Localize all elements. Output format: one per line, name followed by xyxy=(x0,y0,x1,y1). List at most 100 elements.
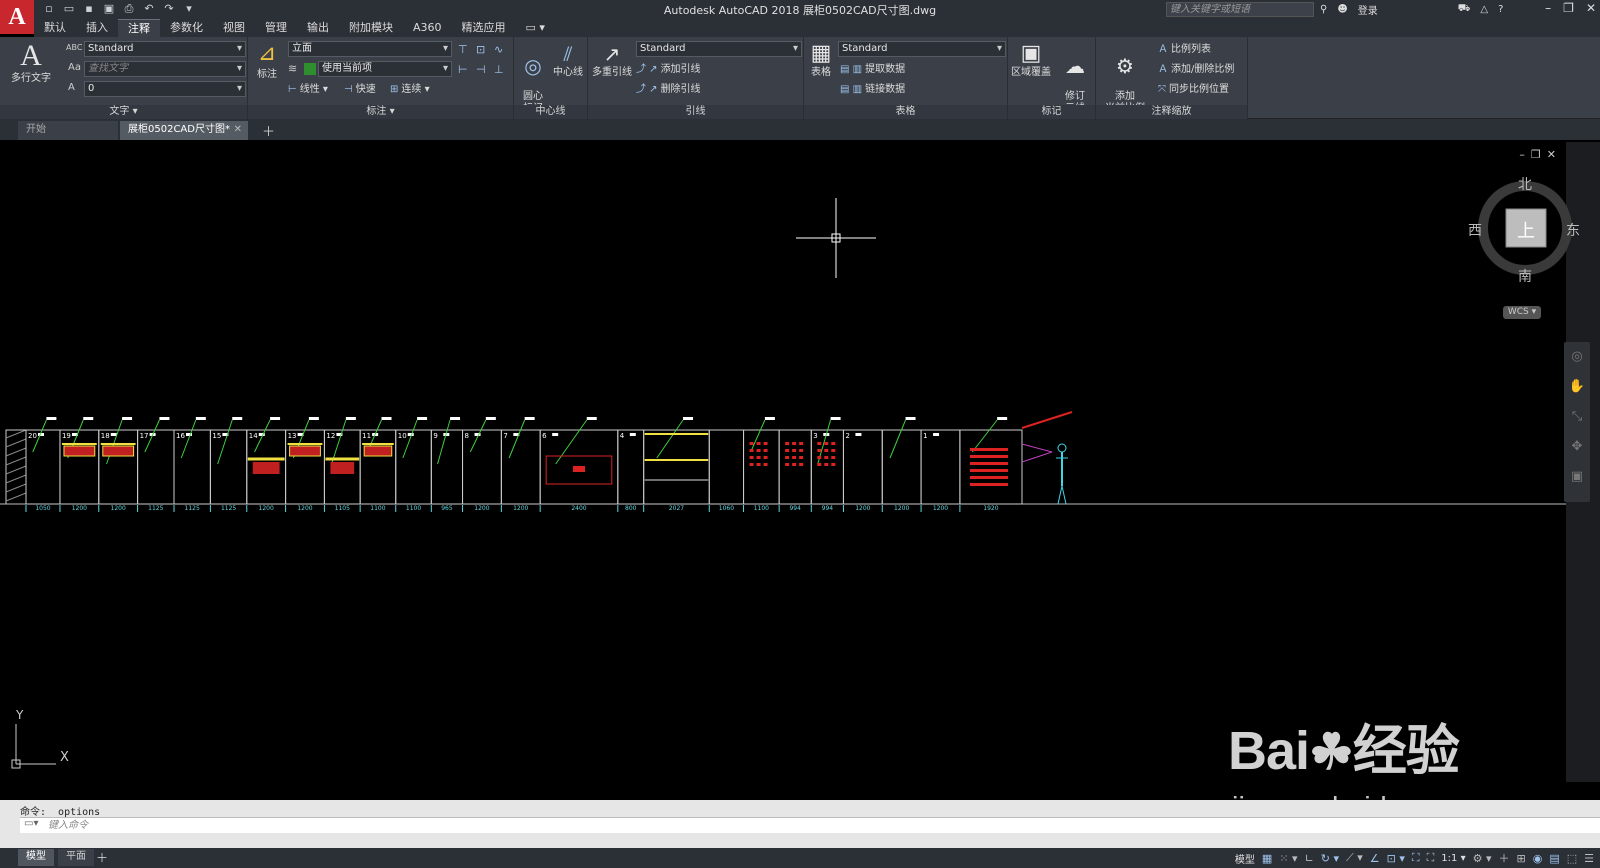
use-current-dropdown[interactable]: 使用当前项 xyxy=(318,61,452,77)
tab-parametric[interactable]: 参数化 xyxy=(160,19,213,37)
centerline-button[interactable]: ⫽ 中心线 xyxy=(550,43,586,79)
annotation-scale-button[interactable]: 1:1 ▾ xyxy=(1441,853,1465,864)
units-icon[interactable]: ⊞ xyxy=(1516,852,1525,865)
tab-annotate[interactable]: 注释 xyxy=(118,19,160,37)
isodraft-icon[interactable]: ⟋ ▾ xyxy=(1346,851,1363,865)
compass-north[interactable]: 北 xyxy=(1518,174,1532,194)
linear-button[interactable]: ⊢ 线性 ▾ xyxy=(288,83,328,97)
steering-wheel-icon[interactable]: ◎ xyxy=(1564,342,1590,372)
dim-tool-icon-4[interactable]: ⊢ xyxy=(458,63,468,76)
layout-tab-plan[interactable]: 平面 xyxy=(58,849,94,866)
compass-west[interactable]: 西 xyxy=(1468,220,1482,240)
open-icon[interactable]: ▭ xyxy=(62,2,76,16)
add-layout-icon[interactable]: ＋ xyxy=(96,849,108,866)
tab-featured-apps[interactable]: 精选应用 xyxy=(452,19,516,37)
multiline-text-button[interactable]: A 多行文字 xyxy=(8,41,54,85)
multileader-button[interactable]: ↗ 多重引线 xyxy=(590,43,634,79)
close-tab-icon[interactable]: ✕ xyxy=(234,121,242,139)
dim-tool-icon-5[interactable]: ⊣ xyxy=(476,63,486,76)
pan-icon[interactable]: ✋ xyxy=(1564,372,1590,402)
save-icon[interactable]: ▪ xyxy=(82,2,96,16)
auto-scale-icon[interactable]: ⛶ xyxy=(1427,851,1435,865)
add-delete-scale-button[interactable]: Ａ 添加/删除比例 xyxy=(1158,63,1234,77)
tab-addins[interactable]: 附加模块 xyxy=(339,19,403,37)
viewcube-top-face[interactable]: 上 xyxy=(1517,217,1535,243)
text-height-dropdown[interactable]: 0 xyxy=(84,81,246,97)
a360-icon[interactable]: △ xyxy=(1480,4,1488,15)
customize-icon[interactable]: ☰ xyxy=(1584,852,1594,865)
cart-icon[interactable]: ⛟ xyxy=(1458,3,1471,16)
minimize-icon[interactable]: – xyxy=(1545,1,1551,15)
add-leader-button[interactable]: ⤴ ↗ 添加引线 xyxy=(636,63,701,77)
add-tab-icon[interactable]: ＋ xyxy=(262,121,275,140)
find-text-input[interactable]: 查找文字 xyxy=(84,61,246,77)
text-panel-title[interactable]: 文字 ▾ xyxy=(0,105,247,119)
restore-icon[interactable]: ❐ xyxy=(1563,1,1574,15)
leader-style-dropdown[interactable]: Standard xyxy=(636,41,802,57)
polar-icon[interactable]: ↻ ▾ xyxy=(1321,852,1339,865)
drawing-svg[interactable]: 2010501912001812001711251611251511251412… xyxy=(0,142,1566,782)
compass-east[interactable]: 东 xyxy=(1566,220,1580,240)
command-prompt-icon[interactable]: ▭▾ xyxy=(24,818,38,829)
dim-tool-icon-2[interactable]: ⊡ xyxy=(476,43,485,56)
snap-icon[interactable]: ⁙ ▾ xyxy=(1279,852,1297,865)
quick-dim-button[interactable]: ⊣ 快速 xyxy=(344,83,376,97)
user-icon[interactable]: ☻ xyxy=(1337,4,1347,15)
table-button[interactable]: ▦ 表格 xyxy=(806,43,836,79)
login-button[interactable]: 登录 xyxy=(1358,2,1378,17)
drawing-canvas[interactable]: 20 1050 19 1200 18 1200 17 1125 16 1125 15 1125 14 12… xyxy=(0,142,1566,782)
scale-list-button[interactable]: Ａ 比例列表 xyxy=(1158,43,1211,57)
command-input[interactable]: 键入命令 xyxy=(20,817,1600,833)
object-snap-tracking-icon[interactable]: ∠ xyxy=(1370,852,1380,865)
dim-tool-icon-3[interactable]: ∿ xyxy=(494,43,503,56)
zoom-icon[interactable]: ⤡ xyxy=(1564,402,1590,432)
extract-data-button[interactable]: ▤ ▥ 提取数据 xyxy=(840,63,905,77)
tab-a360[interactable]: A360 xyxy=(403,19,452,37)
undo-icon[interactable]: ↶ xyxy=(142,2,156,16)
leader-panel-title[interactable]: 引线 xyxy=(588,105,803,119)
doc-tab-drawing[interactable]: 展柜0502CAD尺寸图* ✕ xyxy=(120,121,248,140)
tab-insert[interactable]: 插入 xyxy=(76,19,118,37)
close-icon[interactable]: ✕ xyxy=(1586,1,1596,15)
viewport-restore-icon[interactable]: ❐ xyxy=(1531,148,1541,161)
orbit-icon[interactable]: ✥ xyxy=(1564,432,1590,462)
search-input[interactable]: 键入关键字或短语 xyxy=(1166,2,1314,17)
viewport-minimize-icon[interactable]: – xyxy=(1519,148,1525,161)
table-style-dropdown[interactable]: Standard xyxy=(838,41,1006,57)
annotation-monitor-icon[interactable]: ＋ xyxy=(1498,850,1509,866)
dim-layer-dropdown[interactable]: 立面 xyxy=(288,41,452,57)
clean-screen-icon[interactable]: ⬚ xyxy=(1567,852,1577,865)
viewport-close-icon[interactable]: ✕ xyxy=(1547,148,1556,161)
print-icon[interactable]: ⎙ xyxy=(122,2,136,16)
link-data-button[interactable]: ▤ ▥ 链接数据 xyxy=(840,83,905,97)
isolate-icon[interactable]: ◉ xyxy=(1533,852,1543,865)
annotation-visibility-icon[interactable]: ⛶ xyxy=(1412,851,1420,865)
doc-tab-start[interactable]: 开始 xyxy=(18,121,118,140)
text-style-dropdown[interactable]: Standard xyxy=(84,41,246,57)
dim-tool-icon-6[interactable]: ⊥ xyxy=(494,63,504,76)
dropdown-icon[interactable]: ▾ xyxy=(182,2,196,16)
new-icon[interactable]: ▫ xyxy=(42,2,56,16)
ortho-icon[interactable]: ∟ xyxy=(1305,852,1314,865)
tab-view[interactable]: 视图 xyxy=(213,19,255,37)
redo-icon[interactable]: ↷ xyxy=(162,2,176,16)
showmotion-icon[interactable]: ▣ xyxy=(1564,462,1590,492)
dimension-button[interactable]: ⊿ 标注 xyxy=(252,41,282,81)
continue-dim-button[interactable]: ⊞ 连续 ▾ xyxy=(390,83,430,97)
dimension-panel-title[interactable]: 标注 ▾ xyxy=(248,105,513,119)
compass-south[interactable]: 南 xyxy=(1518,266,1532,286)
tab-manage[interactable]: 管理 xyxy=(255,19,297,37)
wipeout-button[interactable]: ▣ 区域覆盖 xyxy=(1010,43,1052,79)
app-menu-button[interactable]: A xyxy=(0,0,34,34)
dim-tool-icon-1[interactable]: ⊤ xyxy=(458,43,468,56)
tab-extra-icon[interactable]: ▭ ▾ xyxy=(516,19,555,37)
table-panel-title[interactable]: 表格 xyxy=(804,105,1007,119)
hardware-accel-icon[interactable]: ▤ xyxy=(1549,852,1559,865)
wcs-menu[interactable]: WCS ▾ xyxy=(1503,306,1541,319)
saveas-icon[interactable]: ▣ xyxy=(102,2,116,16)
sync-scale-button[interactable]: ⤧ 同步比例位置 xyxy=(1158,83,1229,97)
grid-icon[interactable]: ▦ xyxy=(1262,852,1272,865)
osnap-icon[interactable]: ⊡ ▾ xyxy=(1387,852,1405,865)
binoculars-icon[interactable]: ⚲ xyxy=(1320,4,1327,15)
help-icon[interactable]: ? xyxy=(1498,4,1503,15)
